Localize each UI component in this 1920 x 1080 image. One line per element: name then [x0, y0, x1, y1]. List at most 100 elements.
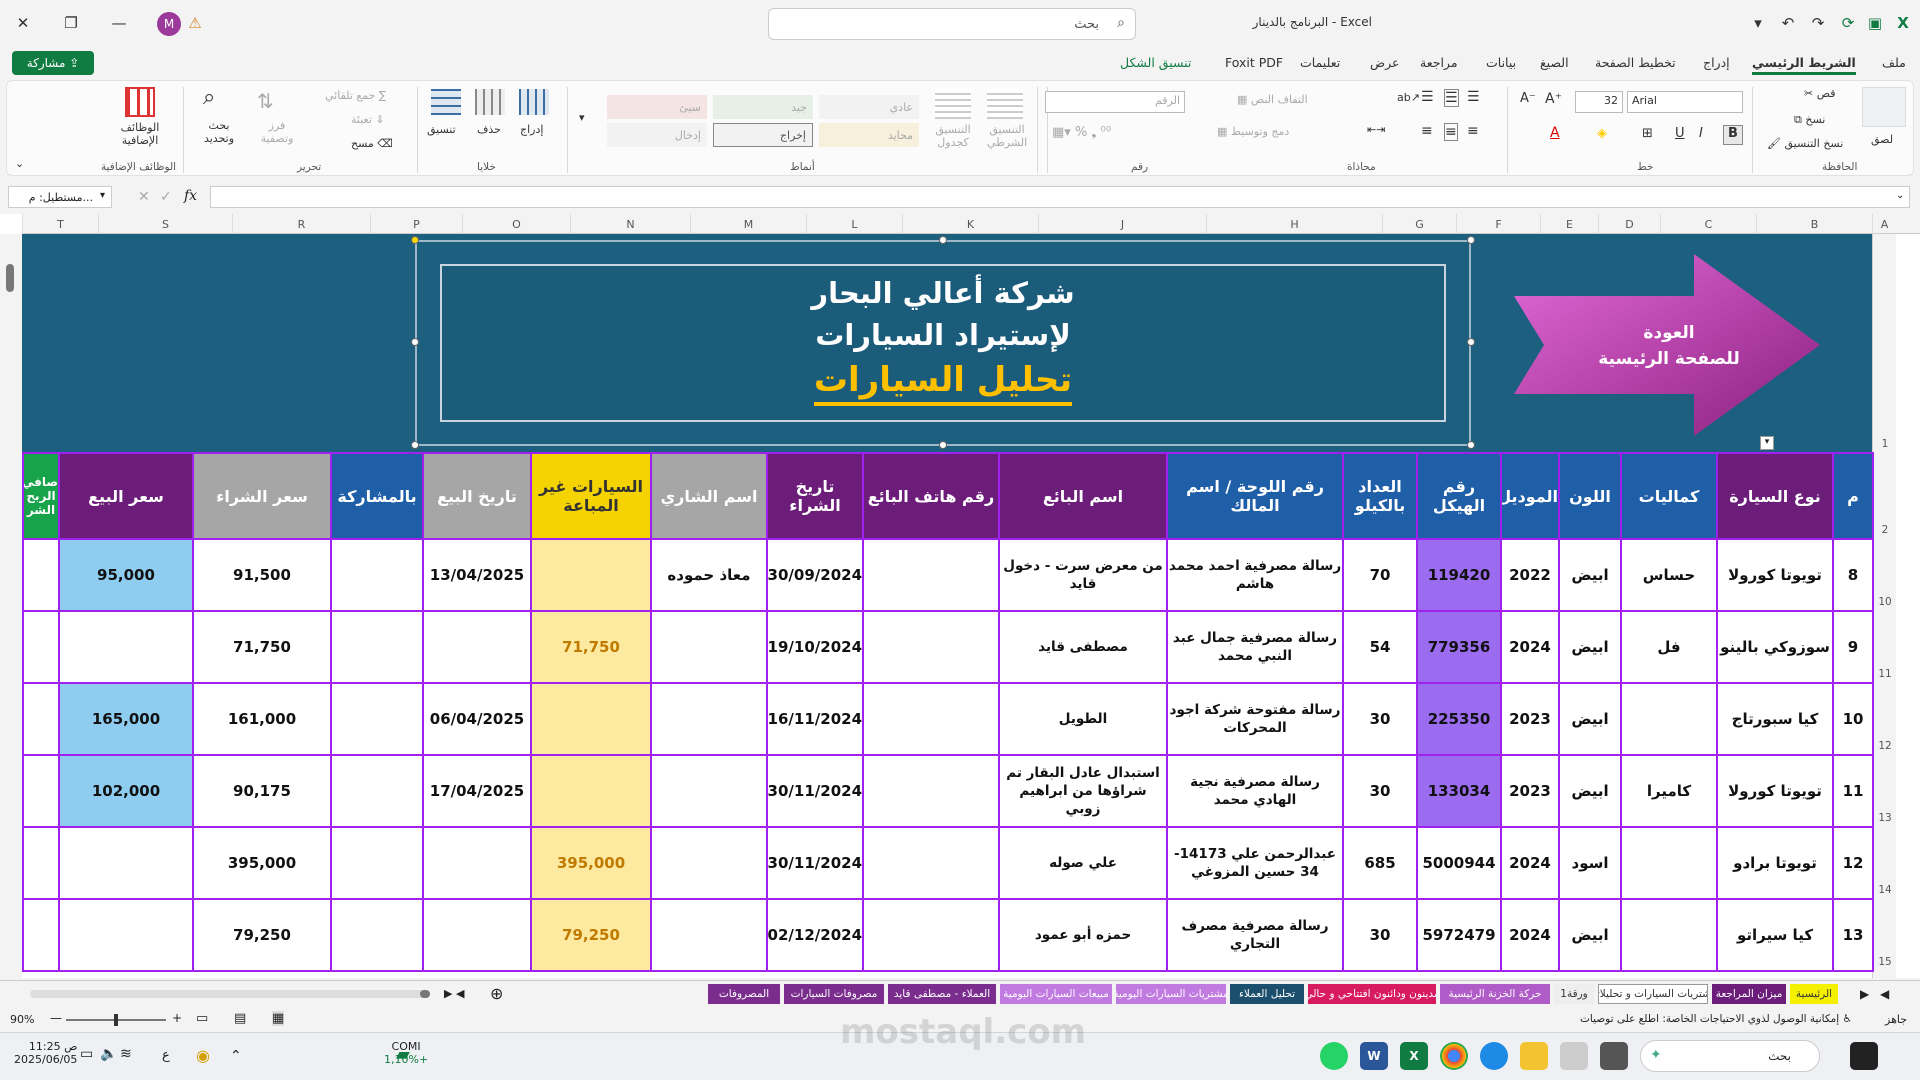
column-header-f[interactable]: F	[1456, 214, 1540, 234]
table-cell[interactable]: ابيض	[1558, 610, 1622, 684]
sheet-tab[interactable]: المصروفات	[708, 984, 780, 1004]
page-layout-view-icon[interactable]: ▤	[234, 1011, 246, 1026]
selection-handle[interactable]	[411, 338, 419, 346]
table-cell[interactable]: رسالة مصرفية مصرف التجاري	[1166, 898, 1344, 972]
undo-icon[interactable]: ↶	[1775, 10, 1801, 36]
enter-icon[interactable]: ✓	[160, 189, 172, 205]
column-header-s[interactable]: S	[98, 214, 232, 234]
column-title[interactable]: الموديل	[1500, 452, 1560, 540]
table-cell[interactable]: 70	[1342, 538, 1418, 612]
table-cell[interactable]: 19/10/2024	[766, 610, 864, 684]
column-header-g[interactable]: G	[1382, 214, 1456, 234]
table-cell[interactable]	[1620, 682, 1718, 756]
paste-icon[interactable]	[1862, 87, 1906, 127]
row-header[interactable]: 14	[1873, 826, 1897, 898]
edge-icon[interactable]	[1480, 1042, 1508, 1070]
search-input[interactable]: ⌕ بحث	[768, 8, 1136, 40]
selection-handle[interactable]	[1467, 338, 1475, 346]
align-top-icon[interactable]: ☰	[1467, 89, 1480, 105]
sheet-tab[interactable]: مشتريات السيارات و تحليلاتها	[1598, 984, 1708, 1004]
horizontal-scrollbar[interactable]	[30, 990, 430, 998]
indent-icon[interactable]: ⇤⇥	[1367, 123, 1385, 136]
wrap-text-button[interactable]: ▦ التفاف النص	[1237, 93, 1308, 106]
add-ins-button[interactable]: الوظائف الإضافية	[113, 121, 167, 147]
table-cell[interactable]	[650, 898, 768, 972]
table-cell[interactable]: 779356	[1416, 610, 1502, 684]
table-cell[interactable]: 30/09/2024	[766, 538, 864, 612]
accessibility-status[interactable]: إمكانية الوصول لذوي الاحتياجات الخاصة: ا…	[1580, 1013, 1852, 1025]
borders-icon[interactable]: ⊞	[1642, 126, 1653, 141]
font-color-icon[interactable]: A	[1550, 125, 1560, 141]
style-bad[interactable]: سيئ	[607, 95, 707, 119]
sheet-tab[interactable]: ورقة1	[1554, 984, 1594, 1004]
tab-data[interactable]: بيانات	[1486, 55, 1516, 70]
horizontal-scroll-thumb[interactable]	[420, 990, 430, 998]
table-cell[interactable]: 2024	[1500, 826, 1560, 900]
fill-button[interactable]: تعبئة ⇓	[351, 113, 385, 126]
whatsapp-icon[interactable]	[1320, 1042, 1348, 1070]
row-header[interactable]: 1	[1873, 234, 1897, 452]
column-title[interactable]: اسم الشاري	[650, 452, 768, 540]
copy-button[interactable]: ⧉ نسخ	[1794, 113, 1825, 127]
table-cell[interactable]: حساس	[1620, 538, 1718, 612]
style-output[interactable]: إخراج	[713, 123, 813, 147]
sort-filter-button[interactable]: فرز وتصفية	[255, 119, 299, 145]
table-cell[interactable]	[22, 898, 60, 972]
page-break-view-icon[interactable]: ▭	[196, 1011, 208, 1026]
column-header-d[interactable]: D	[1598, 214, 1660, 234]
table-cell[interactable]	[22, 754, 60, 828]
table-cell[interactable]	[58, 826, 194, 900]
table-cell[interactable]: استبدال عادل البقار تم شراؤها من ابراهيم…	[998, 754, 1168, 828]
column-header-c[interactable]: C	[1660, 214, 1756, 234]
table-cell[interactable]: 30	[1342, 682, 1418, 756]
table-cell[interactable]: 30/11/2024	[766, 826, 864, 900]
grow-font-icon[interactable]: A⁺	[1545, 91, 1562, 107]
save-icon[interactable]: ▣	[1862, 10, 1888, 36]
table-cell[interactable]	[22, 682, 60, 756]
column-header-p[interactable]: P	[370, 214, 462, 234]
table-cell[interactable]: 685	[1342, 826, 1418, 900]
insert-function-icon[interactable]: fx	[184, 188, 197, 204]
paste-button[interactable]: لصق	[1871, 133, 1893, 146]
selection-handle[interactable]	[1467, 441, 1475, 449]
table-cell[interactable]: ابيض	[1558, 898, 1622, 972]
table-cell[interactable]: رسالة مصرفية احمد محمد هاشم	[1166, 538, 1344, 612]
tray-app-icon[interactable]: ◉	[196, 1046, 210, 1065]
zoom-level[interactable]: 90%	[10, 1013, 34, 1026]
autosave-icon[interactable]: ⟳	[1835, 10, 1861, 36]
selection-handle[interactable]	[939, 441, 947, 449]
table-cell[interactable]	[330, 538, 424, 612]
table-cell[interactable]: 119420	[1416, 538, 1502, 612]
sort-filter-icon[interactable]: ⇅	[257, 89, 274, 113]
column-title[interactable]: اللون	[1558, 452, 1622, 540]
style-normal[interactable]: عادي	[819, 95, 919, 119]
name-box[interactable]: مستطيل: م...	[8, 186, 112, 208]
zoom-in-icon[interactable]: +	[172, 1011, 182, 1025]
delete-cells-icon[interactable]	[475, 89, 505, 115]
table-cell[interactable]	[58, 898, 194, 972]
underline-icon[interactable]: U	[1675, 126, 1685, 141]
bold-icon[interactable]: B	[1723, 125, 1743, 145]
table-cell[interactable]: 16/11/2024	[766, 682, 864, 756]
table-cell[interactable]	[330, 826, 424, 900]
column-title[interactable]: م	[1832, 452, 1874, 540]
table-cell[interactable]	[422, 610, 532, 684]
format-cells-icon[interactable]	[431, 89, 461, 115]
table-cell[interactable]: رسالة مفتوحة شركة اجود المحركات	[1166, 682, 1344, 756]
vertical-scrollbar[interactable]	[0, 234, 22, 978]
table-cell[interactable]: علي صوله	[998, 826, 1168, 900]
table-cell[interactable]: ابيض	[1558, 538, 1622, 612]
column-title[interactable]: رقم هاتف البائع	[862, 452, 1000, 540]
table-cell[interactable]: اسود	[1558, 826, 1622, 900]
column-header-b[interactable]: B	[1756, 214, 1872, 234]
tab-review[interactable]: مراجعة	[1420, 55, 1458, 70]
table-cell[interactable]	[422, 898, 532, 972]
row-header[interactable]: 2	[1873, 452, 1897, 538]
sheet-tab[interactable]: العملاء - مصطفى قايد	[888, 984, 996, 1004]
table-cell[interactable]	[22, 610, 60, 684]
font-size-select[interactable]: 32	[1575, 91, 1623, 113]
normal-view-icon[interactable]: ▦	[272, 1011, 285, 1026]
number-format-select[interactable]: الرقم	[1045, 91, 1185, 113]
chrome-icon[interactable]	[1440, 1042, 1468, 1070]
restore-icon[interactable]: ❐	[58, 10, 84, 36]
